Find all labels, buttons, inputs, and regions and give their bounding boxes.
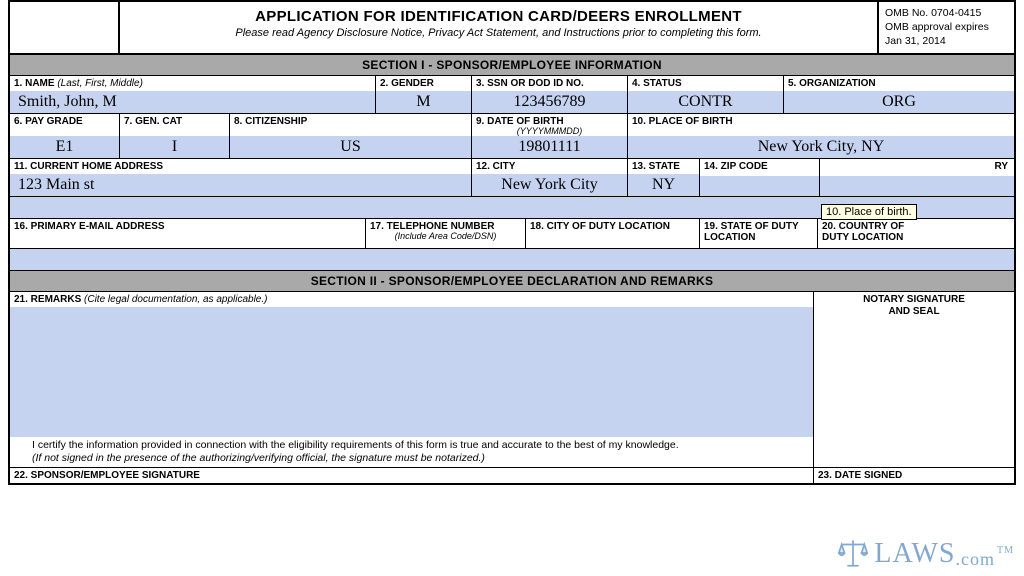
scales-icon (836, 536, 870, 570)
notary-label-1: NOTARY SIGNATURE (818, 294, 1010, 306)
field-status-value[interactable]: CONTR (628, 91, 783, 113)
field-status: 4. STATUS CONTR (628, 76, 784, 114)
row-address-city-state-zip-country: 11. CURRENT HOME ADDRESS 123 Main st 12.… (10, 159, 1014, 197)
field-citizenship-label: 8. CITIZENSHIP (230, 114, 471, 127)
field-pob-value[interactable]: New York City, NY (628, 136, 1014, 158)
field-home-address-value[interactable]: 123 Main st (10, 174, 471, 196)
field-gender-label: 2. GENDER (376, 76, 471, 89)
notary-column: NOTARY SIGNATURE AND SEAL (814, 292, 1014, 467)
cert-line-2: (If not signed in the presence of the au… (32, 452, 485, 464)
field-organization-label: 5. ORGANIZATION (784, 76, 1014, 89)
field-duty-state-label: 19. STATE OF DUTY (700, 219, 817, 232)
field-date-of-birth: 9. DATE OF BIRTH (YYYYMMMDD) 19801111 (472, 114, 628, 159)
form-header: APPLICATION FOR IDENTIFICATION CARD/DEER… (10, 2, 1014, 55)
field-email: 16. PRIMARY E-MAIL ADDRESS (10, 219, 366, 249)
field-organization: 5. ORGANIZATION ORG (784, 76, 1014, 114)
field-pob-label: 10. PLACE OF BIRTH (628, 114, 1014, 127)
omb-number: OMB No. 0704-0415 (885, 6, 1008, 20)
field-name-paren: (Last, First, Middle) (55, 78, 143, 89)
field-city-label: 12. CITY (472, 159, 627, 172)
field-city-value[interactable]: New York City (472, 174, 627, 196)
field-duty-country-sub: DUTY LOCATION (818, 232, 1014, 243)
field-sponsor-signature: 22. SPONSOR/EMPLOYEE SIGNATURE (10, 468, 814, 483)
field-state-label: 13. STATE (628, 159, 699, 172)
duty-values-row[interactable] (10, 249, 1014, 271)
field-gen-cat: 7. GEN. CAT I (120, 114, 230, 159)
field-pay-grade-label: 6. PAY GRADE (10, 114, 119, 127)
remarks-notary-row: 21. REMARKS (Cite legal documentation, a… (10, 292, 1014, 467)
trademark-symbol: TM (997, 545, 1014, 556)
field-place-of-birth: 10. PLACE OF BIRTH New York City, NY (628, 114, 1014, 159)
field-email-label: 16. PRIMARY E-MAIL ADDRESS (10, 219, 365, 232)
field-telephone-label: 17. TELEPHONE NUMBER (366, 219, 525, 232)
field-zip-value[interactable] (700, 176, 819, 196)
field-duty-state-sub: LOCATION (700, 232, 817, 243)
field-pay-grade: 6. PAY GRADE E1 (10, 114, 120, 159)
field-zip-label: 14. ZIP CODE (700, 159, 819, 172)
remarks-input[interactable] (10, 307, 813, 437)
field-home-address-label: 11. CURRENT HOME ADDRESS (10, 159, 471, 172)
row-paygrade-gencat-citizenship-dob-pob: 6. PAY GRADE E1 7. GEN. CAT I 8. CITIZEN… (10, 114, 1014, 159)
field-name-value[interactable]: Smith, John, M (10, 91, 375, 113)
field-organization-value[interactable]: ORG (784, 91, 1014, 113)
section-2-header: SECTION II - SPONSOR/EMPLOYEE DECLARATIO… (10, 271, 1014, 292)
field-ssn-value[interactable]: 123456789 (472, 91, 627, 113)
field-telephone: 17. TELEPHONE NUMBER (Include Area Code/… (366, 219, 526, 249)
field-duty-city: 18. CITY OF DUTY LOCATION (526, 219, 700, 249)
signature-row: 22. SPONSOR/EMPLOYEE SIGNATURE 23. DATE … (10, 467, 1014, 483)
omb-expires-label: OMB approval expires (885, 20, 1008, 34)
field-dob-format: (YYYYMMMDD) (472, 127, 627, 136)
watermark-suffix: .com (956, 549, 996, 570)
section-1-header: SECTION I - SPONSOR/EMPLOYEE INFORMATION (10, 55, 1014, 76)
field-zip-code: 14. ZIP CODE (700, 159, 820, 197)
field-ssn-label: 3. SSN OR DOD ID NO. (472, 76, 627, 89)
omb-block: OMB No. 0704-0415 OMB approval expires J… (879, 2, 1014, 53)
field-citizenship: 8. CITIZENSHIP US (230, 114, 472, 159)
field-duty-country-label: 20. COUNTRY OF (818, 219, 1014, 232)
field-pay-grade-value[interactable]: E1 (10, 136, 119, 158)
field-city: 12. CITY New York City (472, 159, 628, 197)
form-subtitle: Please read Agency Disclosure Notice, Pr… (128, 27, 869, 39)
remarks-label: 21. REMARKS (14, 294, 81, 305)
watermark-text: LAWS (874, 538, 955, 570)
field-home-address: 11. CURRENT HOME ADDRESS 123 Main st (10, 159, 472, 197)
field-gen-cat-label: 7. GEN. CAT (120, 114, 229, 127)
field-duty-country: 20. COUNTRY OF DUTY LOCATION (818, 219, 1014, 249)
form-container: APPLICATION FOR IDENTIFICATION CARD/DEER… (8, 0, 1016, 485)
field-gender: 2. GENDER M (376, 76, 472, 114)
field-gender-value[interactable]: M (376, 91, 471, 113)
field-telephone-sub: (Include Area Code/DSN) (366, 232, 525, 241)
form-title: APPLICATION FOR IDENTIFICATION CARD/DEER… (128, 8, 869, 25)
field-citizenship-value[interactable]: US (230, 136, 471, 158)
remarks-column: 21. REMARKS (Cite legal documentation, a… (10, 292, 814, 467)
cert-line-1: I certify the information provided in co… (32, 439, 679, 451)
field-country-partial: RY (820, 159, 1014, 197)
field-dob-value[interactable]: 19801111 (472, 136, 627, 158)
field-duty-city-label: 18. CITY OF DUTY LOCATION (526, 219, 699, 232)
row-name-gender-ssn-status-org: 1. NAME (Last, First, Middle) Smith, Joh… (10, 76, 1014, 114)
notary-label-2: AND SEAL (818, 306, 1010, 318)
field-state-value[interactable]: NY (628, 174, 699, 196)
field-ssn: 3. SSN OR DOD ID NO. 123456789 (472, 76, 628, 114)
field-dob-label: 9. DATE OF BIRTH (472, 114, 627, 127)
header-logo-box (10, 2, 120, 53)
laws-watermark: LAWS.com TM (836, 536, 1014, 570)
certification-text: I certify the information provided in co… (10, 437, 813, 467)
omb-expires-date: Jan 31, 2014 (885, 34, 1008, 48)
field-name-label: 1. NAME (14, 78, 55, 89)
tooltip-place-of-birth: 10. Place of birth. (821, 204, 917, 220)
field-country-label-partial: RY (820, 159, 1014, 172)
field-status-label: 4. STATUS (628, 76, 783, 89)
field-gen-cat-value[interactable]: I (120, 136, 229, 158)
field-name: 1. NAME (Last, First, Middle) Smith, Joh… (10, 76, 376, 114)
field-state: 13. STATE NY (628, 159, 700, 197)
field-duty-state: 19. STATE OF DUTY LOCATION (700, 219, 818, 249)
row-email-phone-duty: 16. PRIMARY E-MAIL ADDRESS 17. TELEPHONE… (10, 219, 1014, 249)
header-title-area: APPLICATION FOR IDENTIFICATION CARD/DEER… (120, 2, 879, 53)
remarks-paren: (Cite legal documentation, as applicable… (81, 294, 267, 305)
field-date-signed: 23. DATE SIGNED (814, 468, 1014, 483)
field-country-value[interactable] (820, 176, 1014, 196)
